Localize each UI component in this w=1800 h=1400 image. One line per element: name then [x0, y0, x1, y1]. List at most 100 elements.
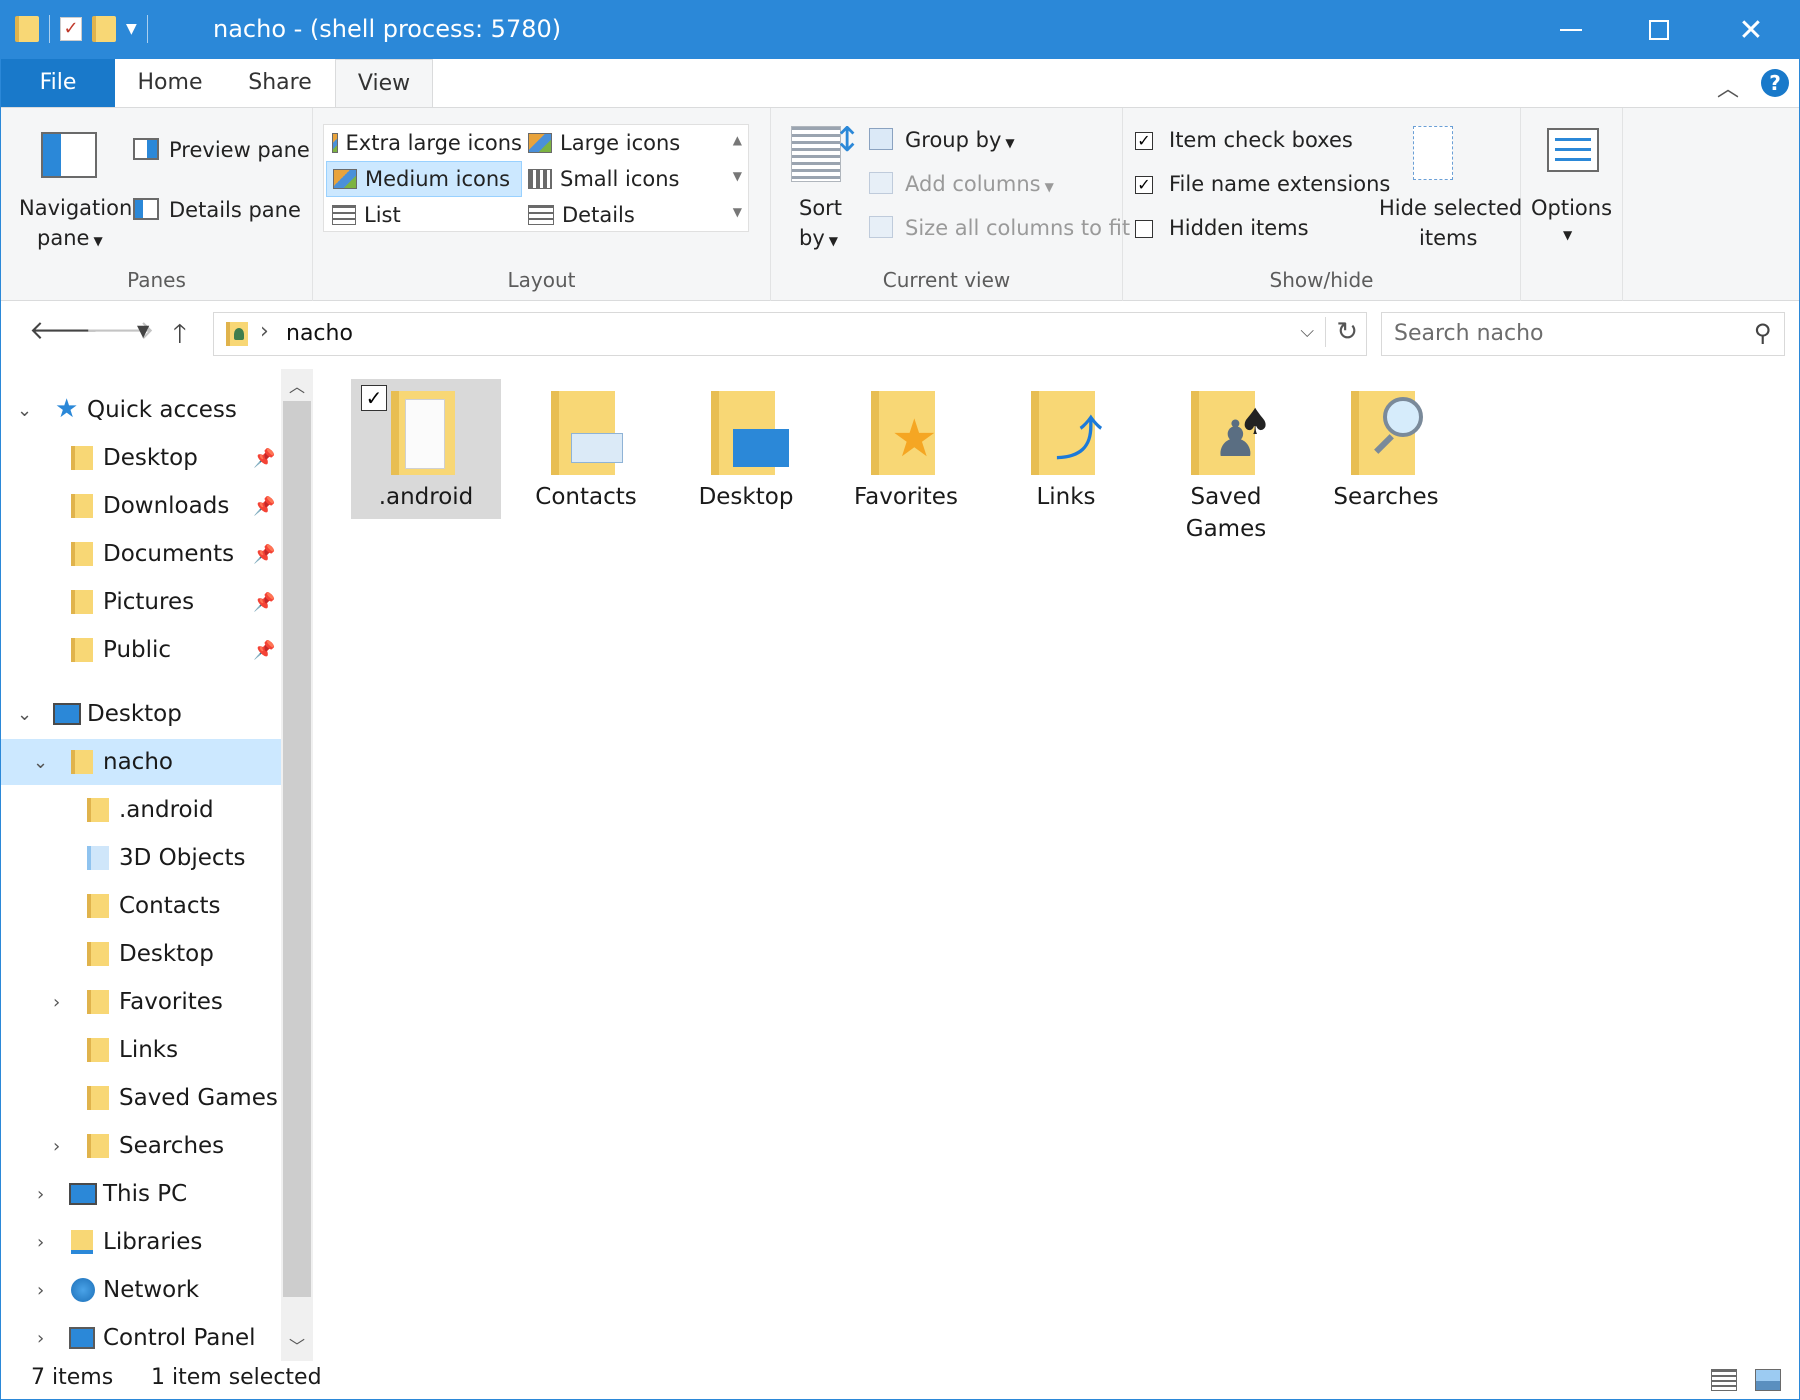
- breadcrumb-nacho[interactable]: nacho: [286, 321, 353, 346]
- size-all-columns-button[interactable]: Size all columns to fit: [869, 210, 1130, 246]
- layout-small-icons[interactable]: Small icons: [522, 161, 718, 197]
- title-bar[interactable]: ✓ ▼ nacho - (shell process: 5780) ✕: [1, 1, 1799, 59]
- expanded-chevron-icon[interactable]: ⌄: [33, 752, 48, 773]
- tree-libraries[interactable]: › Libraries: [1, 1219, 281, 1265]
- layout-large-icons[interactable]: Large icons: [522, 125, 718, 161]
- address-dropdown-chevron-icon[interactable]: ⌵: [1300, 321, 1314, 342]
- item-check-boxes-toggle[interactable]: ✓ Item check boxes: [1133, 124, 1373, 158]
- breadcrumb-chevron-icon[interactable]: ›: [260, 319, 269, 344]
- tree-scrollbar[interactable]: ︿ ﹀: [281, 369, 313, 1361]
- tree-searches[interactable]: › Searches: [1, 1123, 281, 1169]
- minimize-ribbon-chevron-icon[interactable]: ︿: [1717, 71, 1739, 103]
- file-item-searches[interactable]: Searches: [1311, 379, 1461, 519]
- pin-icon[interactable]: 📌: [253, 544, 275, 565]
- file-item-label: Favorites: [854, 484, 958, 510]
- search-input[interactable]: Search nacho ⚲: [1381, 312, 1785, 356]
- tree-contacts[interactable]: Contacts: [1, 883, 281, 929]
- scrollbar-thumb[interactable]: [283, 401, 311, 1297]
- gallery-scroll-down-icon[interactable]: ▼: [733, 169, 742, 183]
- tree-saved-games[interactable]: Saved Games: [1, 1075, 281, 1121]
- collapsed-chevron-icon[interactable]: ›: [37, 1280, 44, 1301]
- tree-nacho-desktop[interactable]: Desktop: [1, 931, 281, 977]
- scroll-up-icon[interactable]: ︿: [289, 373, 305, 397]
- details-pane-button[interactable]: Details pane: [131, 192, 301, 228]
- collapsed-chevron-icon[interactable]: ›: [37, 1328, 44, 1349]
- tree-3d-objects[interactable]: 3D Objects: [1, 835, 281, 881]
- new-folder-icon[interactable]: [92, 16, 116, 42]
- layout-list[interactable]: List: [326, 197, 522, 233]
- tree-quick-access[interactable]: ⌄ ★ Quick access: [1, 387, 281, 433]
- customize-toolbar-chevron-icon[interactable]: ▼: [126, 21, 137, 37]
- file-name-extensions-toggle[interactable]: ✓ File name extensions: [1133, 168, 1390, 202]
- tab-file[interactable]: File: [1, 59, 115, 107]
- tree-quick-downloads[interactable]: Downloads 📌: [1, 483, 281, 529]
- gallery-more-icon[interactable]: ▼: [733, 205, 742, 219]
- add-columns-button[interactable]: Add columns ▼: [869, 166, 1119, 202]
- properties-icon[interactable]: ✓: [60, 17, 82, 41]
- sort-by-button[interactable]: ↕ Sort by ▼: [771, 108, 871, 258]
- pin-icon[interactable]: 📌: [253, 592, 275, 613]
- user-folder-icon[interactable]: [15, 16, 39, 42]
- file-item-desktop[interactable]: Desktop: [671, 379, 821, 519]
- tree-nacho[interactable]: ⌄ nacho: [1, 739, 281, 785]
- file-item-saved-games[interactable]: ♟ ♠ Saved Games: [1151, 379, 1301, 542]
- tree-quick-documents[interactable]: Documents 📌: [1, 531, 281, 577]
- file-item-favorites[interactable]: ★ Favorites: [831, 379, 981, 519]
- options-button[interactable]: Options ▼: [1521, 108, 1623, 288]
- large-icons-view-icon[interactable]: [1755, 1369, 1781, 1391]
- tree-network[interactable]: › Network: [1, 1267, 281, 1313]
- layout-details[interactable]: Details: [522, 197, 718, 233]
- tree-quick-pictures[interactable]: Pictures 📌: [1, 579, 281, 625]
- recent-locations-chevron-icon[interactable]: ▼: [137, 321, 149, 340]
- navigation-pane-button[interactable]: Navigation pane ▼: [1, 108, 133, 258]
- tree-quick-desktop[interactable]: Desktop 📌: [1, 435, 281, 481]
- close-button[interactable]: ✕: [1705, 1, 1797, 59]
- refresh-button[interactable]: ↻: [1325, 317, 1358, 347]
- collapsed-chevron-icon[interactable]: ›: [53, 1136, 60, 1157]
- collapsed-chevron-icon[interactable]: ›: [53, 992, 60, 1013]
- search-icon[interactable]: ⚲: [1754, 319, 1772, 347]
- file-item-links[interactable]: ⤴ Links: [991, 379, 1141, 519]
- scroll-down-icon[interactable]: ﹀: [289, 1333, 305, 1357]
- hidden-items-checkbox[interactable]: [1135, 220, 1153, 238]
- group-by-button[interactable]: Group by ▼: [869, 122, 1119, 158]
- expanded-chevron-icon[interactable]: ⌄: [17, 400, 32, 421]
- tab-home[interactable]: Home: [115, 59, 225, 107]
- file-name-extensions-checkbox[interactable]: ✓: [1135, 176, 1153, 194]
- tree-desktop[interactable]: ⌄ Desktop: [1, 691, 281, 737]
- pin-icon[interactable]: 📌: [253, 496, 275, 517]
- up-button[interactable]: 🡑: [173, 315, 187, 359]
- preview-pane-button[interactable]: Preview pane: [131, 132, 310, 168]
- pin-icon[interactable]: 📌: [253, 640, 275, 661]
- file-item-android[interactable]: ✓ .android: [351, 379, 501, 519]
- item-check-boxes-checkbox[interactable]: ✓: [1135, 132, 1153, 150]
- gallery-scroll-up-icon[interactable]: ▲: [733, 133, 742, 147]
- searches-folder-icon: [1351, 391, 1423, 475]
- tab-view[interactable]: View: [335, 59, 433, 109]
- tree-android[interactable]: .android: [1, 787, 281, 833]
- details-view-icon[interactable]: [1711, 1369, 1737, 1391]
- tab-share[interactable]: Share: [225, 59, 335, 107]
- tree-quick-public[interactable]: Public 📌: [1, 627, 281, 673]
- maximize-button[interactable]: [1613, 1, 1705, 59]
- tree-links[interactable]: Links: [1, 1027, 281, 1073]
- collapsed-chevron-icon[interactable]: ›: [37, 1232, 44, 1253]
- layout-extra-large-icons[interactable]: Extra large icons: [326, 125, 522, 161]
- add-columns-text: Add columns: [905, 172, 1041, 196]
- help-icon[interactable]: ?: [1761, 69, 1789, 97]
- minimize-button[interactable]: [1525, 1, 1617, 59]
- tree-item-label: Network: [103, 1277, 200, 1303]
- tree-control-panel[interactable]: › Control Panel: [1, 1315, 281, 1361]
- pin-icon[interactable]: 📌: [253, 448, 275, 469]
- file-item-contacts[interactable]: Contacts: [511, 379, 661, 519]
- expanded-chevron-icon[interactable]: ⌄: [17, 704, 32, 725]
- layout-medium-icons[interactable]: Medium icons: [326, 161, 522, 197]
- hide-selected-items-button[interactable]: Hide selected items: [1373, 108, 1522, 258]
- collapsed-chevron-icon[interactable]: ›: [37, 1184, 44, 1205]
- item-checkbox[interactable]: ✓: [361, 385, 387, 411]
- address-bar[interactable]: › nacho ⌵ ↻: [213, 312, 1367, 356]
- tree-this-pc[interactable]: › This PC: [1, 1171, 281, 1217]
- hidden-items-toggle[interactable]: Hidden items: [1133, 212, 1373, 246]
- tree-favorites[interactable]: › Favorites: [1, 979, 281, 1025]
- search-placeholder: Search nacho: [1394, 321, 1544, 346]
